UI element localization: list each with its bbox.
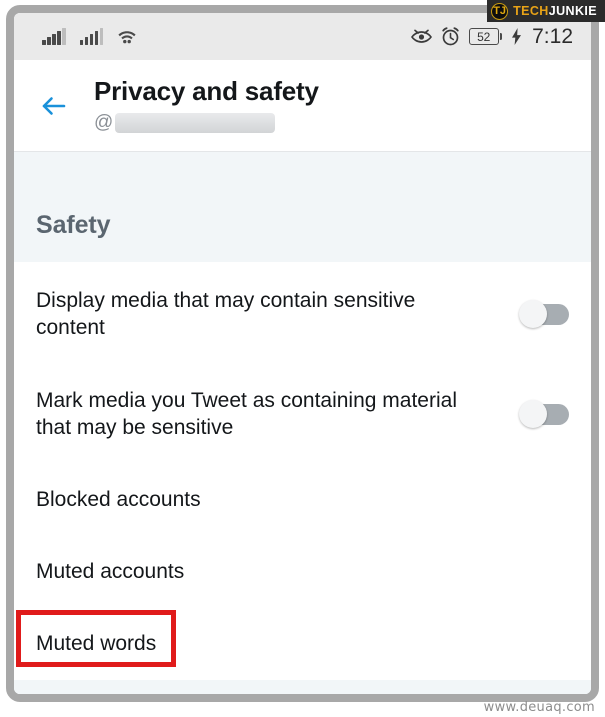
- account-handle: @: [94, 112, 319, 134]
- list-item-muted-accounts[interactable]: Muted accounts: [14, 536, 591, 608]
- status-bar-right: 52 7:12: [410, 24, 573, 49]
- signal-bars-icon-sim2: [79, 28, 103, 45]
- list-item-label: Display media that may contain sensitive…: [36, 288, 416, 339]
- brand-text-tech: TECH: [513, 4, 549, 18]
- section-header-safety: Safety: [14, 152, 591, 262]
- phone-frame: 52 7:12 Privacy and safety @ Safety Disp…: [6, 5, 599, 702]
- list-item-label: Muted words: [36, 632, 157, 656]
- list-item-muted-words-wrapper: Muted words: [14, 608, 591, 680]
- eye-icon: [410, 29, 432, 45]
- alarm-clock-icon: [441, 27, 460, 46]
- list-item-label: Mark media you Tweet as containing mater…: [36, 388, 457, 439]
- toggle-knob: [519, 300, 547, 328]
- battery-icon: 52: [468, 28, 503, 45]
- battery-cap: [499, 33, 503, 40]
- page-title: Privacy and safety: [94, 76, 319, 107]
- toggle-knob: [519, 400, 547, 428]
- toggle-display-sensitive-media[interactable]: [519, 300, 569, 328]
- list-item-mark-media-sensitive[interactable]: Mark media you Tweet as containing mater…: [14, 364, 591, 464]
- app-header: Privacy and safety @: [14, 60, 591, 152]
- techjunkie-watermark-badge: TJ TECHJUNKIE: [487, 0, 605, 22]
- phone-screen: 52 7:12 Privacy and safety @ Safety Disp…: [14, 13, 591, 694]
- list-item-display-sensitive-media[interactable]: Display media that may contain sensitive…: [14, 264, 591, 364]
- page-background: 52 7:12 Privacy and safety @ Safety Disp…: [0, 0, 605, 717]
- site-watermark: www.deuaq.com: [483, 700, 595, 715]
- signal-bars-icon-sim1: [42, 28, 66, 45]
- list-item-label: Muted accounts: [36, 560, 185, 584]
- back-arrow-icon[interactable]: [36, 88, 72, 124]
- list-item-label: Blocked accounts: [36, 488, 201, 512]
- brand-text-junkie: JUNKIE: [548, 4, 597, 18]
- wifi-icon: [117, 28, 137, 45]
- toggle-mark-media-sensitive[interactable]: [519, 400, 569, 428]
- header-text-group: Privacy and safety @: [94, 77, 319, 133]
- status-bar-time: 7:12: [532, 24, 573, 48]
- techjunkie-logo-icon: TJ: [491, 2, 509, 20]
- section-title: Safety: [36, 211, 111, 239]
- battery-level-text: 52: [468, 28, 499, 45]
- handle-redaction-bar: [115, 112, 276, 133]
- charging-bolt-icon: [511, 28, 522, 45]
- list-item-blocked-accounts[interactable]: Blocked accounts: [14, 464, 591, 536]
- techjunkie-brand-text: TECHJUNKIE: [513, 4, 597, 18]
- list-footer-spacer: [14, 680, 591, 694]
- list-item-muted-words[interactable]: Muted words: [14, 608, 591, 680]
- handle-at-symbol: @: [94, 112, 114, 134]
- status-bar-left: [42, 28, 137, 45]
- settings-list: Display media that may contain sensitive…: [14, 262, 591, 680]
